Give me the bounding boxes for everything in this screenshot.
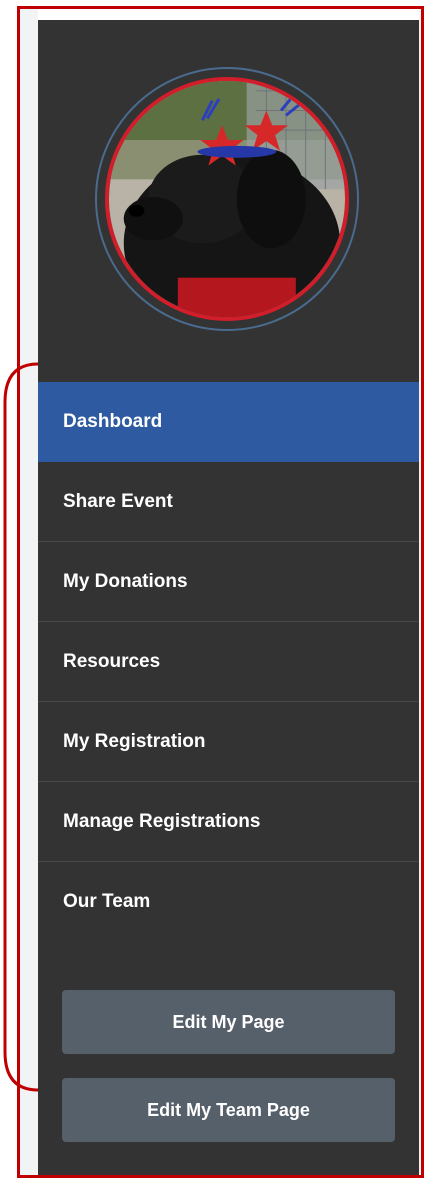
highlight-bracket [3, 362, 39, 1092]
highlight-frame [17, 6, 424, 1178]
